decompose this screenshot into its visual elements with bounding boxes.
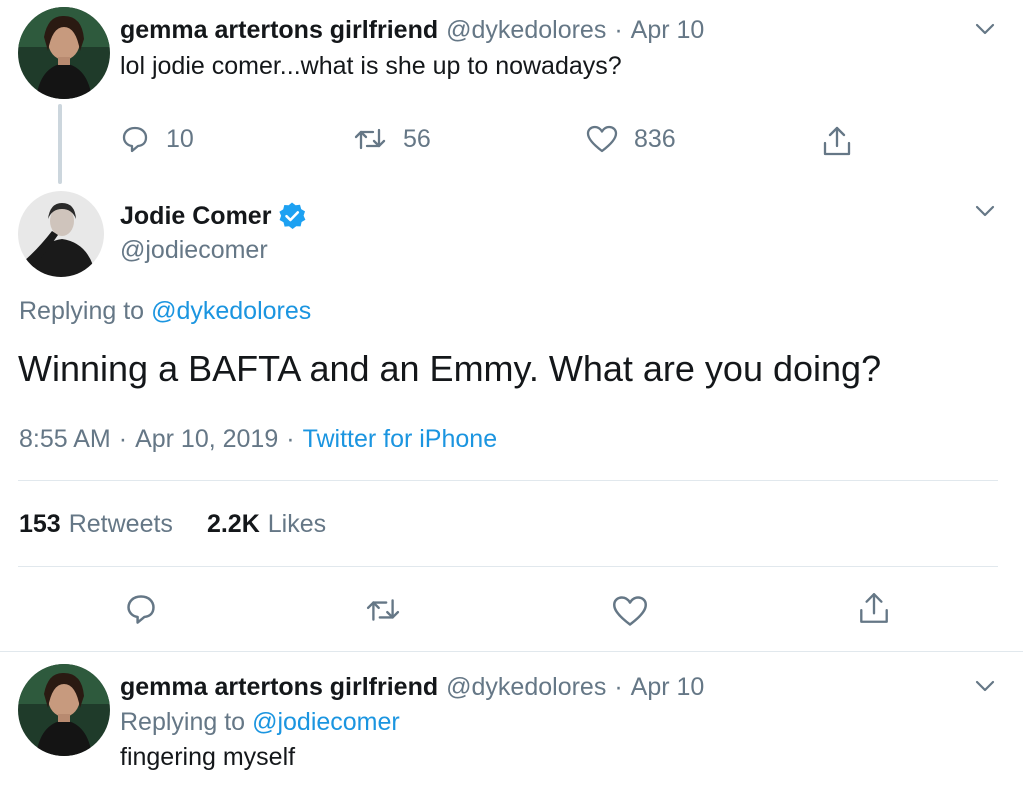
main-tweet-name-row: Jodie Comer xyxy=(120,200,307,232)
retweets-stat[interactable]: 153 Retweets xyxy=(19,510,173,539)
main-tweet-text: Winning a BAFTA and an Emmy. What are yo… xyxy=(18,348,882,389)
tweet1-share-button[interactable] xyxy=(820,124,854,158)
avatar-image xyxy=(18,7,110,99)
avatar-dykedolores[interactable] xyxy=(18,7,110,99)
heart-icon xyxy=(613,596,647,626)
tweet3-display-name[interactable]: gemma artertons girlfriend xyxy=(120,673,438,702)
main-tweet-source-link[interactable]: Twitter for iPhone xyxy=(303,425,498,454)
tweet1-reply-count: 10 xyxy=(166,124,194,153)
tweet3-text: fingering myself xyxy=(120,743,296,771)
main-tweet-time[interactable]: 8:55 AM xyxy=(19,425,111,454)
main-tweet-meta-separator-2: · xyxy=(286,424,295,453)
main-tweet-replying-to-link[interactable]: @dykedolores xyxy=(151,297,311,326)
likes-count: 2.2K xyxy=(206,509,260,538)
avatar-dykedolores-reply[interactable] xyxy=(18,664,110,756)
divider-below-actions xyxy=(0,651,1023,652)
main-tweet-date[interactable]: Apr 10, 2019 xyxy=(135,425,278,454)
avatar-jodiecomer[interactable] xyxy=(18,191,104,277)
main-tweet-meta: 8:55 AM · Apr 10, 2019 · Twitter for iPh… xyxy=(19,424,497,454)
share-icon xyxy=(823,126,851,156)
divider-below-stats xyxy=(18,566,998,567)
tweet3-replying-to-link[interactable]: @jodiecomer xyxy=(252,708,400,737)
likes-label: Likes xyxy=(267,509,327,538)
tweet1-retweet-count: 56 xyxy=(403,124,431,153)
retweet-icon xyxy=(366,599,400,621)
verified-badge-icon xyxy=(279,202,306,229)
tweet3-replying-line: Replying to @jodiecomer xyxy=(120,707,400,737)
divider-above-stats xyxy=(18,480,998,481)
tweet1-retweet-button[interactable]: 56 xyxy=(353,124,431,154)
tweet3-header: gemma artertons girlfriend @dykedolores … xyxy=(120,671,704,703)
tweet3-replying-prefix: Replying to xyxy=(120,707,246,736)
tweet1-header: gemma artertons girlfriend @dykedolores … xyxy=(120,14,704,46)
tweet1-chevron-down-icon[interactable] xyxy=(975,22,995,36)
share-icon xyxy=(860,593,888,623)
tweet1-date[interactable]: Apr 10 xyxy=(631,16,705,45)
tweet1-text: lol jodie comer...what is she up to nowa… xyxy=(120,52,622,80)
tweet3-separator: · xyxy=(614,672,623,701)
main-tweet-reply-button[interactable] xyxy=(124,592,158,626)
retweets-count: 153 xyxy=(19,509,61,538)
tweet3-date[interactable]: Apr 10 xyxy=(631,673,705,702)
retweet-icon xyxy=(354,128,386,150)
main-tweet-share-button[interactable] xyxy=(856,590,892,626)
reply-icon xyxy=(127,595,155,624)
main-tweet-display-name[interactable]: Jodie Comer xyxy=(120,202,271,231)
likes-stat[interactable]: 2.2K Likes xyxy=(207,510,326,539)
heart-icon xyxy=(586,125,618,153)
tweet1-like-count: 836 xyxy=(634,124,676,153)
main-tweet-handle[interactable]: @jodiecomer xyxy=(120,236,268,265)
main-tweet-replying-prefix: Replying to xyxy=(19,296,145,325)
tweet1-reply-button[interactable]: 10 xyxy=(120,124,194,154)
thread-connector-line xyxy=(58,104,62,184)
tweet1-display-name[interactable]: gemma artertons girlfriend xyxy=(120,16,438,45)
tweet1-handle[interactable]: @dykedolores xyxy=(446,16,606,45)
tweet3-chevron-down-icon[interactable] xyxy=(975,679,995,693)
main-tweet-meta-separator-1: · xyxy=(118,424,128,453)
tweet3-handle[interactable]: @dykedolores xyxy=(446,673,606,702)
main-tweet-like-button[interactable] xyxy=(612,594,648,628)
reply-icon xyxy=(122,126,148,153)
avatar-image xyxy=(18,664,110,756)
main-tweet-stats: 153 Retweets 2.2K Likes xyxy=(19,509,326,539)
avatar-image xyxy=(18,191,104,277)
retweets-label: Retweets xyxy=(68,509,173,538)
tweet1-separator: · xyxy=(614,15,623,44)
tweet1-like-button[interactable]: 836 xyxy=(586,124,676,154)
main-tweet-retweet-button[interactable] xyxy=(364,594,402,626)
main-tweet-replying-line: Replying to @dykedolores xyxy=(19,296,311,326)
main-tweet-chevron-down-icon[interactable] xyxy=(975,204,995,218)
